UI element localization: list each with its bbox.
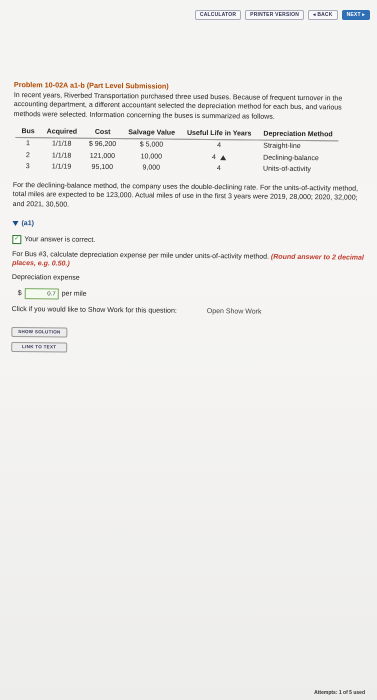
collapse-triangle-icon[interactable] xyxy=(12,220,19,226)
checkmark-icon: ✓ xyxy=(12,234,22,244)
show-solution-button[interactable]: SHOW SOLUTION xyxy=(11,326,68,338)
open-show-work-link[interactable]: Open Show Work xyxy=(207,307,262,317)
cell: 1/1/18 xyxy=(51,140,72,149)
part-a1-label: (a1) xyxy=(21,220,34,228)
col-salvage: Salvage Value xyxy=(122,128,182,140)
link-to-text-button[interactable]: LINK TO TEXT xyxy=(11,341,68,353)
col-method: Depreciation Method xyxy=(257,129,339,142)
problem-details: For the declining-balance method, the co… xyxy=(12,181,359,209)
question-body: For Bus #3, calculate depreciation expen… xyxy=(12,250,270,261)
top-toolbar: CALCULATOR PRINTER VERSION ◂ BACK NEXT ▸ xyxy=(194,8,370,22)
cell: 9,000 xyxy=(142,164,161,172)
problem-content: Problem 10-02A a1-b (Part Level Submissi… xyxy=(11,80,369,361)
show-work-prompt: Click if you would like to Show Work for… xyxy=(11,306,177,315)
bus-info-table: Bus Acquired Cost Salvage Value Useful L… xyxy=(15,127,339,176)
cell: 1/1/19 xyxy=(51,163,72,171)
cell: 95,100 xyxy=(91,164,114,172)
depreciation-per-mile-input[interactable] xyxy=(24,288,59,300)
screen-photo: CALCULATOR PRINTER VERSION ◂ BACK NEXT ▸… xyxy=(0,0,377,700)
cell: 10,000 xyxy=(140,153,163,161)
show-work-row: Click if you would like to Show Work for… xyxy=(12,305,367,318)
calculator-button[interactable]: CALCULATOR xyxy=(194,10,242,20)
problem-intro: In recent years, Riverbed Transportation… xyxy=(13,91,343,121)
cell: Straight-line xyxy=(263,143,301,151)
unit-label: per mile xyxy=(61,290,87,298)
currency-symbol: $ xyxy=(17,290,22,298)
col-bus: Bus xyxy=(15,127,41,139)
field-label: Depreciation expense xyxy=(11,273,80,282)
answer-row: Depreciation expense xyxy=(12,273,367,286)
cell: 121,000 xyxy=(89,152,116,160)
cell: 1/1/18 xyxy=(51,152,72,160)
cell: $ 5,000 xyxy=(139,141,164,150)
printer-version-button[interactable]: PRINTER VERSION xyxy=(245,10,305,20)
cell: $ 96,200 xyxy=(88,141,117,149)
col-acquired: Acquired xyxy=(40,127,84,139)
cell: 1 xyxy=(25,140,30,148)
table-row: 3 1/1/19 95,100 9,000 4 Units-of-activit… xyxy=(15,161,338,176)
part-a1-header[interactable]: (a1) xyxy=(12,219,367,232)
answer-input-row: $ per mile xyxy=(18,288,367,303)
question-text: For Bus #3, calculate depreciation expen… xyxy=(12,250,367,273)
cell: 4 xyxy=(181,152,258,164)
next-button[interactable]: NEXT ▸ xyxy=(341,10,370,20)
col-useful-life: Useful Life in Years xyxy=(180,128,258,141)
cell-value: 4 xyxy=(211,153,216,162)
mouse-cursor-icon xyxy=(219,154,226,160)
cell: 3 xyxy=(25,163,30,171)
cell: 4 xyxy=(217,142,222,150)
cell: 4 xyxy=(216,165,221,173)
back-button[interactable]: ◂ BACK xyxy=(308,10,338,20)
correct-feedback: ✓ Your answer is correct. xyxy=(12,234,367,248)
col-cost: Cost xyxy=(82,127,123,140)
cell: Declining-balance xyxy=(263,154,319,163)
cell: Units-of-activity xyxy=(263,165,311,174)
correct-text: Your answer is correct. xyxy=(24,235,96,244)
attempts-counter: Attempts: 1 of 5 used xyxy=(314,690,365,696)
cell: 2 xyxy=(25,152,30,160)
